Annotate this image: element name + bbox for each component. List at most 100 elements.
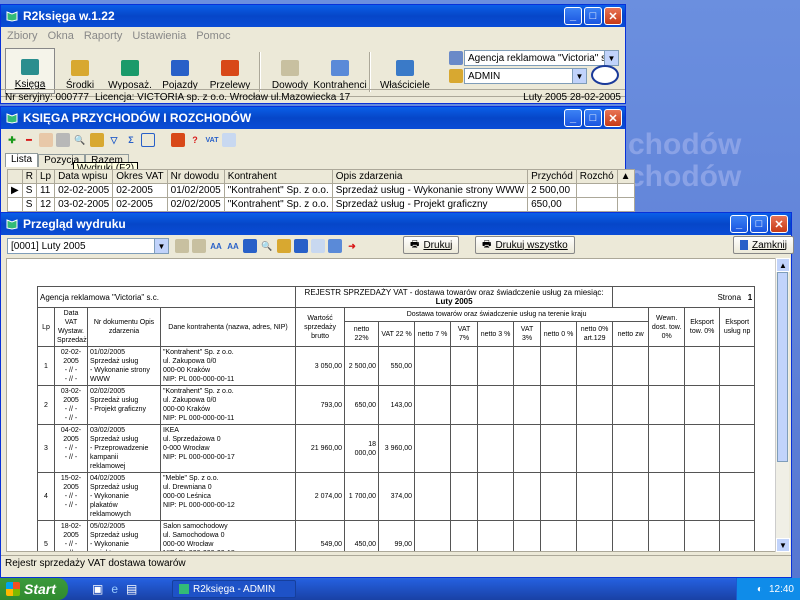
desktop-quicklaunch-icon[interactable]: ▣ (92, 582, 103, 596)
pojazdy-button[interactable]: Pojazdy (155, 48, 205, 94)
export-icon[interactable] (328, 239, 342, 253)
app-icon (5, 9, 19, 23)
print-icon[interactable] (56, 133, 70, 147)
report-cell-kontr: Salon samochodowy ul. Samochodowa 0 000-… (159, 520, 297, 551)
minimize-button[interactable]: _ (564, 7, 582, 25)
table-header[interactable]: Nr dowodu (166, 169, 225, 184)
scroll-thumb[interactable] (777, 272, 788, 462)
report-cell-lp: 4 (37, 472, 55, 521)
main-titlebar[interactable]: R2księga w.1.22 _ □ ✕ (1, 5, 625, 27)
filter-icon[interactable]: ▽ (107, 133, 121, 147)
table-header[interactable]: Okres VAT (112, 169, 168, 184)
send-icon[interactable]: ➜ (345, 239, 359, 253)
ie-quicklaunch-icon[interactable]: e (111, 582, 118, 596)
zoom-out-icon[interactable]: AA (226, 239, 240, 253)
report-cell-v22: 550,00 (378, 346, 416, 386)
window-icon[interactable] (141, 133, 155, 147)
kontrahenci-button[interactable]: Kontrahenci (313, 48, 367, 94)
przelewy-button[interactable]: Przelewy (205, 48, 255, 94)
scroll-up-icon[interactable]: ▲ (616, 169, 635, 184)
table-header[interactable]: Rozchó (575, 169, 618, 184)
print-all-button[interactable]: 🖶 Drukuj wszystko (475, 236, 575, 254)
preview-titlebar[interactable]: Przegląd wydruku _ □ ✕ (1, 213, 791, 235)
dowody-button[interactable]: Dowody (265, 48, 315, 94)
edit-icon[interactable] (39, 133, 53, 147)
help-icon[interactable]: ? (188, 133, 202, 147)
delete-icon[interactable]: ━ (22, 133, 36, 147)
col-eksport-tow: Eksport tow. 0% (684, 307, 721, 347)
ksiega-button[interactable]: Księga (5, 48, 55, 94)
ledger-titlebar[interactable]: KSIĘGA PRZYCHODÓW I ROZCHODÓW _ □ ✕ (1, 107, 625, 129)
srodki-button[interactable]: Środki (55, 48, 105, 94)
first-page-icon[interactable] (175, 239, 189, 253)
report-cell-kontr: "Meble" Sp. z o.o. ul. Drewniana 0 000-0… (159, 472, 297, 521)
user-combo[interactable]: ADMIN ▼ (464, 68, 587, 84)
table-row[interactable]: S 12 03-02-2005 02-2005 02/02/2005 "Kont… (7, 197, 635, 212)
report-scrollbar[interactable]: ▲ ▼ (775, 258, 790, 552)
tab-lista[interactable]: Lista (5, 153, 39, 167)
menu-raporty[interactable]: Raporty (84, 30, 123, 42)
close-button[interactable]: ✕ (604, 109, 622, 127)
report-cell-brutto: 21 960,00 (295, 424, 346, 473)
zoom-in-icon[interactable]: AA (209, 239, 223, 253)
search-icon[interactable]: 🔍 (260, 239, 274, 253)
explorer-quicklaunch-icon[interactable]: ▤ (126, 582, 137, 596)
report-select[interactable]: [0001] Luty 2005 ▼ (7, 238, 169, 254)
add-icon[interactable]: ✚ (5, 133, 19, 147)
report-cell-empty (477, 346, 515, 386)
start-button[interactable]: Start (0, 578, 68, 600)
table-header[interactable]: Kontrahent (223, 169, 333, 184)
close-button[interactable]: ✕ (770, 215, 788, 233)
report-cell-lp: 3 (37, 424, 55, 473)
toolbar-separator (369, 52, 371, 92)
table-header[interactable]: Przychód (527, 169, 577, 184)
prev-page-icon[interactable] (192, 239, 206, 253)
report-cell-data: 03-02- 2005 - // - - // - (54, 385, 88, 425)
taskbar-app-button[interactable]: R2księga - ADMIN (172, 580, 296, 598)
maximize-button[interactable]: □ (584, 7, 602, 25)
save-icon[interactable] (294, 239, 308, 253)
report-cell-empty (477, 472, 515, 521)
table-header[interactable]: Opis zdarzenia (331, 169, 529, 184)
report-cell-opis: 05/02/2005 Sprzedaż usług - Wykonanie pr… (87, 520, 161, 551)
scroll-down-icon[interactable]: ▼ (776, 538, 790, 552)
close-button[interactable]: ✕ (604, 7, 622, 25)
scroll-up-icon[interactable]: ▲ (776, 258, 790, 272)
report-cell-empty (513, 472, 542, 521)
page-icon[interactable] (311, 239, 325, 253)
sum-icon[interactable]: Σ (124, 133, 138, 147)
network-icon[interactable]: ◐ (757, 584, 763, 595)
maximize-button[interactable]: □ (750, 215, 768, 233)
table-header[interactable]: R (21, 169, 37, 184)
report-cell-empty (684, 520, 721, 551)
menu-zbiory[interactable]: Zbiory (7, 30, 38, 42)
wlasciciele-button[interactable]: Właściciele (375, 48, 435, 94)
vat-icon[interactable]: VAT (205, 133, 219, 147)
menu-pomoc[interactable]: Pomoc (196, 30, 230, 42)
minimize-button[interactable]: _ (564, 109, 582, 127)
wyposaz-button[interactable]: Wyposaż. (105, 48, 155, 94)
export-icon[interactable] (171, 133, 185, 147)
maximize-button[interactable]: □ (584, 109, 602, 127)
menu-ustawienia[interactable]: Ustawienia (132, 30, 186, 42)
search-icon[interactable]: 🔍 (73, 133, 87, 147)
minimize-button[interactable]: _ (730, 215, 748, 233)
settings-icon[interactable] (90, 133, 104, 147)
report-cell-empty (719, 472, 756, 521)
company-combo[interactable]: Agencja reklamowa "Victoria" s.c. ▼ (464, 50, 619, 66)
fit-icon[interactable] (243, 239, 257, 253)
report-cell-brutto: 793,00 (295, 385, 346, 425)
table-header[interactable]: Lp (35, 169, 56, 184)
print-button[interactable]: 🖶 Drukuj (403, 236, 460, 254)
col-wartosc: Wartość sprzedaży brutto (295, 307, 346, 347)
table-row[interactable]: ▶ S 11 02-02-2005 02-2005 01/02/2005 "Ko… (7, 183, 635, 198)
settings-icon[interactable] (277, 239, 291, 253)
table-header[interactable]: Data wpisu (54, 169, 114, 184)
report-cell-n22: 450,00 (344, 520, 380, 551)
report-cell-empty (414, 424, 452, 473)
report-cell-empty (540, 346, 578, 386)
menu-okna[interactable]: Okna (48, 30, 74, 42)
report-icon[interactable] (222, 133, 236, 147)
report-cell-empty (684, 346, 721, 386)
close-preview-button[interactable]: Zamknij (733, 236, 795, 254)
